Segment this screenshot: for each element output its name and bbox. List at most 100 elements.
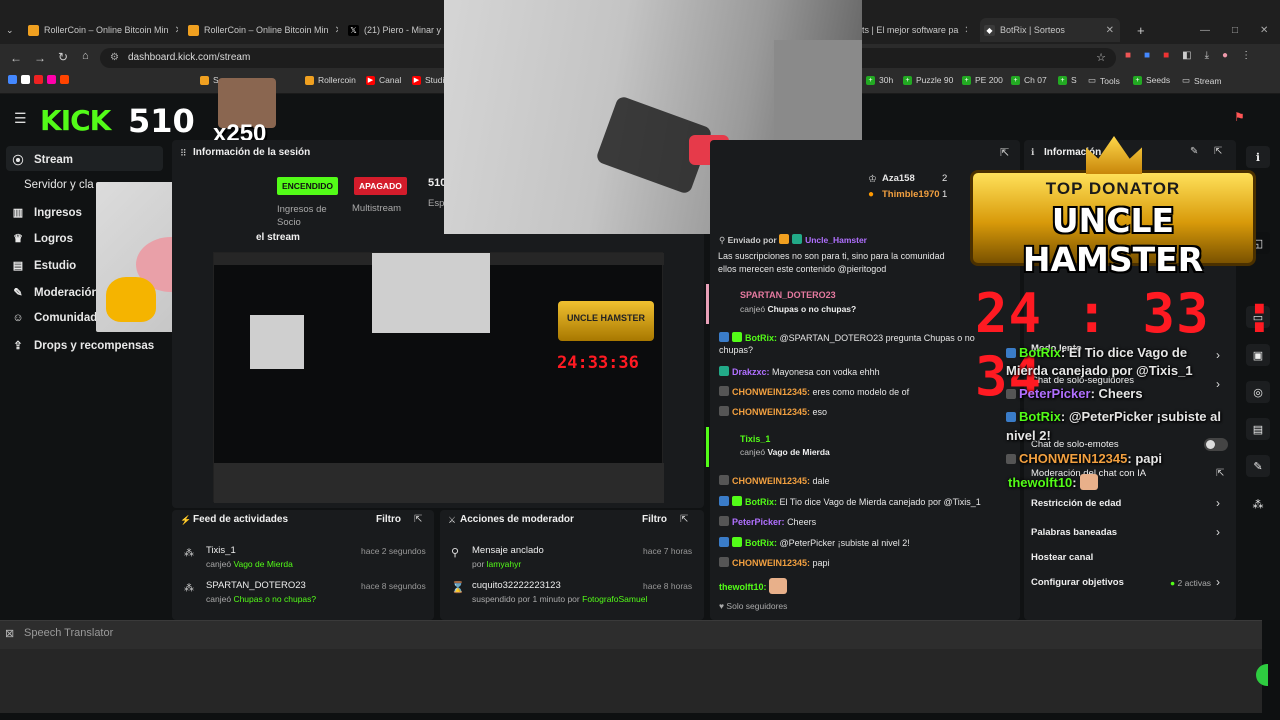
setting-host-channel[interactable]: Hostear canal [1031,552,1093,563]
back-icon[interactable]: ← [10,51,22,65]
new-tab-button[interactable]: + [1137,18,1145,42]
wrench-icon: ✎ [13,287,23,299]
tab-rollercoin-2[interactable]: RollerCoin – Online Bitcoin Min ✕ [188,18,338,42]
clipboard-icon[interactable]: ▤ [1246,418,1270,440]
chat-message: CHONWEIN12345: papi [719,557,830,568]
plus-icon: + [903,75,912,85]
download-icon[interactable]: ⤓ [1205,50,1209,61]
sword-icon: ⚔ [448,515,457,525]
puzzle-icon[interactable]: ◧ [1182,50,1191,61]
chat-user[interactable]: BotRix: [745,497,777,507]
mod-item-sub: suspendido por 1 minuto por [472,594,580,604]
feed-action: canjeó [206,559,232,569]
tab-botrix[interactable]: ◆ BotRix | Sorteos ✕ [980,18,1120,42]
edit-icon[interactable]: ✎ [1190,146,1198,157]
bookmark-item[interactable]: + PE 200 [962,75,1003,85]
sidebar-item-studio[interactable]: ▤ Estudio [12,259,76,273]
youtube-icon: ▶ [412,75,421,85]
tab-rollercoin-1[interactable]: RollerCoin – Online Bitcoin Min ✕ [28,18,178,42]
extension-icon[interactable]: ■ [1163,50,1169,61]
multistream-label: Multistream [352,203,402,214]
mod-item-by: lamyahyr [486,559,522,569]
popout-icon[interactable]: ⇱ [680,514,688,525]
bookmark-item[interactable]: + Seeds [1133,75,1170,85]
window-controls[interactable]: —□✕ [1200,18,1280,42]
chat-user[interactable]: Drakzxc: [732,367,770,377]
wrench-icon[interactable]: ✎ [1246,455,1270,477]
chat-user[interactable]: CHONWEIN12345: [732,387,810,397]
chat-message: Drakzxc: Mayonesa con vodka ehhh [719,366,880,377]
bookmark-item[interactable]: Rollercoin [305,75,356,85]
chat-user[interactable]: CHONWEIN12345: [732,476,810,486]
community-icon[interactable]: ⁂ [1246,493,1270,515]
bookmark-folder[interactable]: ▭ Stream [1182,75,1221,86]
mod-filter-button[interactable]: Filtro [642,514,667,525]
popout-icon[interactable]: ⇱ [1000,146,1009,159]
chat-user[interactable]: thewolft10: [719,582,767,592]
stream-preview[interactable]: UNCLE HAMSTER 24:33:36 [213,252,664,503]
bookmark-star-icon[interactable]: ☆ [1096,51,1106,64]
sidebar-item-income[interactable]: ▥ Ingresos [12,206,82,220]
youtube-icon: ▶ [366,75,375,85]
tab-software[interactable]: ts | El mejor software pa ✕ [862,18,967,42]
bookmark-item[interactable]: ▶ Canal [366,75,401,85]
chevron-right-icon[interactable]: › [1216,496,1220,510]
close-icon[interactable]: ✕ [175,25,178,36]
bookmark-item[interactable]: + Ch 07 [1011,75,1047,85]
feed-reward: Vago de Mierda [233,559,293,569]
external-link-icon[interactable]: ⇱ [1216,468,1224,479]
extension-icon[interactable]: ■ [1144,50,1150,61]
tab-x-piero[interactable]: 𝕏 (21) Piero - Minar y Ga [348,18,444,42]
setting-goals[interactable]: Configurar objetivos [1031,577,1124,588]
bookmark-label: Stream [1194,75,1222,86]
bookmark-label: Seeds [1146,75,1171,85]
feed-filter-button[interactable]: Filtro [376,514,401,525]
chevron-right-icon[interactable]: › [1216,575,1220,589]
home-icon[interactable]: ⌂ [82,50,89,62]
popout-icon[interactable]: ⇱ [1214,146,1222,157]
info-icon[interactable]: ℹ [1246,146,1270,168]
preview-timer: 24:33:36 [557,353,639,373]
reload-icon[interactable]: ↻ [58,50,68,64]
sidebar-item-community[interactable]: ☺ Comunidad [12,312,97,324]
chat-user[interactable]: CHONWEIN12345: [732,407,810,417]
forward-icon[interactable]: → [34,51,46,65]
translator-output-area[interactable] [0,649,1262,713]
tab-search-button[interactable]: ⌄ [6,18,24,42]
chat-user[interactable]: PeterPicker: [732,517,785,527]
overlay-chat-user: PeterPicker [1019,386,1091,401]
emotes-only-toggle[interactable] [1204,438,1228,451]
sidebar-item-stream[interactable]: ⦿ Stream [12,152,74,168]
drag-icon[interactable]: ⠿ [180,148,187,159]
bookmark-label: 30h [879,75,894,85]
close-icon[interactable]: ✕ [964,25,967,36]
setting-banned-words[interactable]: Palabras baneadas [1031,527,1117,538]
bookmark-item[interactable]: ▶ Studi [412,75,444,85]
kick-logo[interactable]: KICK [40,104,111,137]
popout-icon[interactable]: ⇱ [414,514,422,525]
chat-user[interactable]: BotRix: [745,538,777,548]
site-info-icon[interactable]: ⚙ [110,52,119,63]
bookmark-folder[interactable]: ▭ Tools [1088,75,1120,86]
goals-active-count: ● 2 activas [1170,578,1212,588]
sidebar-item-moderation[interactable]: ✎ Moderación [12,286,98,300]
sidebar-item-drops[interactable]: ⇪ Drops y recompensas [12,339,154,353]
hamburger-menu-icon[interactable]: ☰ [14,110,27,127]
bookmark-item[interactable]: + Puzzle 90 [903,75,953,85]
menu-icon[interactable]: ⋮ [1241,50,1251,61]
chat-user[interactable]: BotRix: [745,333,777,343]
sidebar-item-achievements[interactable]: ♛ Logros [12,232,73,246]
chevron-right-icon[interactable]: › [1216,525,1220,539]
sidebar-item-server[interactable]: Servidor y cla [24,179,94,191]
bookmark-icons[interactable] [8,75,73,84]
extension-icon[interactable]: ■ [1125,50,1131,61]
setting-age-restriction[interactable]: Restricción de edad [1031,498,1121,509]
chat-user[interactable]: CHONWEIN12345: [732,558,810,568]
notification-icon[interactable]: ⚑ [1234,110,1245,124]
avatar[interactable]: ● [1222,50,1228,61]
bookmark-item[interactable]: S [200,75,219,85]
close-icon[interactable]: ✕ [1106,25,1114,36]
bookmark-item[interactable]: +30h [866,75,893,85]
close-icon[interactable]: ✕ [335,25,338,36]
bookmark-item[interactable]: + S [1058,75,1077,85]
